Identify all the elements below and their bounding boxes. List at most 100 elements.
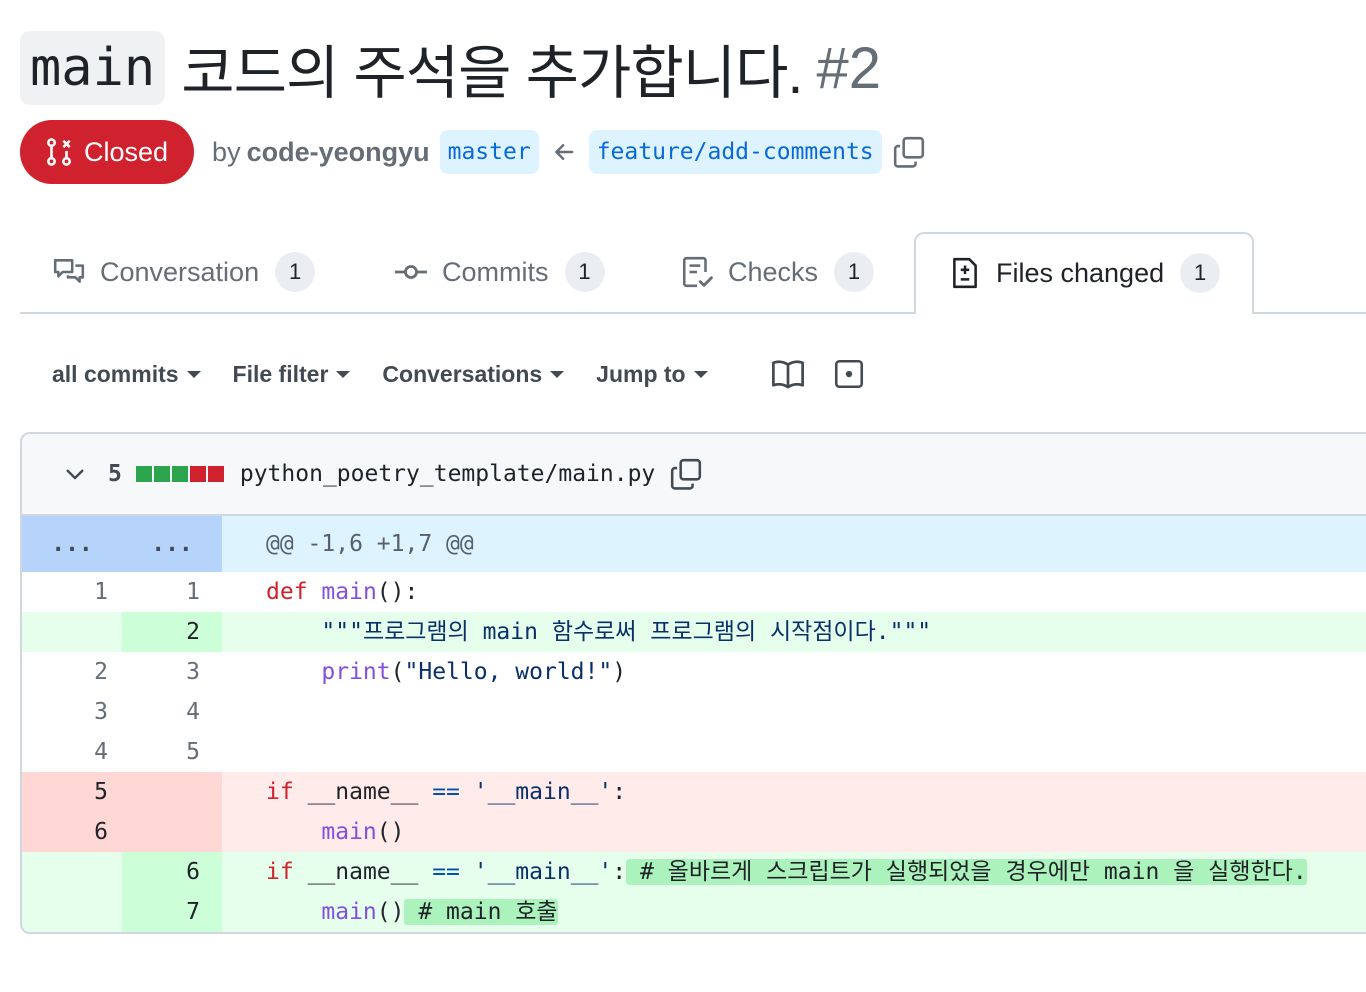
file-path[interactable]: python_poetry_template/main.py xyxy=(240,461,655,487)
token: : xyxy=(612,859,627,885)
new-line-number[interactable]: 5 xyxy=(122,732,222,772)
code-line: print("Hello, world!") xyxy=(222,652,1366,692)
tab-label: Commits xyxy=(442,256,549,287)
token: ( xyxy=(390,659,405,685)
expand-left[interactable]: ... xyxy=(22,516,122,572)
tab-conversation[interactable]: Conversation 1 xyxy=(52,232,316,312)
diff-toolbar: all commits File filter Conversations Ju… xyxy=(52,354,866,394)
string-literal: "Hello, world!" xyxy=(404,659,613,685)
new-line-number xyxy=(122,772,222,812)
token: ) xyxy=(612,659,627,685)
new-line-number[interactable]: 2 xyxy=(122,612,222,652)
diff-line-context: 2 3 print("Hello, world!") xyxy=(22,652,1366,692)
token: main xyxy=(321,899,377,925)
token: == xyxy=(432,779,460,805)
diff-line-added: 7 main() # main 호출 xyxy=(22,892,1366,932)
conversations-dropdown[interactable]: Conversations xyxy=(382,360,565,388)
comment-discussion-icon xyxy=(53,259,85,283)
tab-files-changed[interactable]: Files changed 1 xyxy=(914,232,1255,314)
new-line-number[interactable]: 3 xyxy=(122,652,222,692)
comment: # 올바르게 스크립트가 실행되었을 경우에만 main 을 실행한다. xyxy=(639,859,1307,885)
old-line-number[interactable]: 3 xyxy=(22,692,122,732)
new-line-number[interactable]: 7 xyxy=(122,892,222,932)
expand-right[interactable]: ... xyxy=(122,516,222,572)
code-line: def main(): xyxy=(222,572,1366,612)
token: """ xyxy=(889,619,932,645)
file-diff-icon xyxy=(953,257,977,289)
old-line-number[interactable]: 6 xyxy=(22,812,122,852)
new-line-number[interactable]: 1 xyxy=(122,572,222,612)
diff-line-added: 6 if __name__ == '__main__': # 올바르게 스크립트… xyxy=(22,852,1366,892)
token: () xyxy=(376,899,405,925)
new-line-number[interactable]: 4 xyxy=(122,692,222,732)
hunk-header[interactable]: ... ... @@ -1,6 +1,7 @@ xyxy=(22,516,1366,572)
code-line: if __name__ == '__main__': # 올바르게 스크립트가 … xyxy=(222,852,1366,892)
chevron-down-icon[interactable] xyxy=(62,461,88,487)
code-line: main() xyxy=(222,812,1366,852)
diffstat-block xyxy=(135,466,152,482)
by-label: by xyxy=(212,136,241,167)
diffstat-block xyxy=(189,466,206,482)
checklist-icon xyxy=(682,256,713,288)
old-line-number xyxy=(22,892,122,932)
all-commits-label: all commits xyxy=(52,360,179,387)
hunk-text: @@ -1,6 +1,7 @@ xyxy=(222,516,1366,572)
copy-icon[interactable] xyxy=(892,135,926,169)
caret-down-icon xyxy=(186,370,201,378)
old-line-number[interactable]: 4 xyxy=(22,732,122,772)
token: '__main__' xyxy=(473,779,613,805)
old-line-number[interactable]: 1 xyxy=(22,572,122,612)
pr-meta: Closed by code-yeongyu master feature/ad… xyxy=(20,120,926,184)
head-branch[interactable]: feature/add-comments xyxy=(588,130,882,174)
state-badge: Closed xyxy=(20,120,195,184)
jump-to-label: Jump to xyxy=(596,360,686,387)
code-line: if __name__ == '__main__': xyxy=(222,772,1366,812)
diff-line-context: 3 4 xyxy=(22,692,1366,732)
token: '__main__' xyxy=(473,859,613,885)
token: : xyxy=(612,779,627,805)
tab-counter: 1 xyxy=(834,252,875,292)
book-icon[interactable] xyxy=(770,356,806,392)
old-line-number[interactable]: 2 xyxy=(22,652,122,692)
diffstat-block xyxy=(207,466,224,482)
pr-title-text: 코드의 주석을 추가합니다. xyxy=(181,41,803,106)
conversations-label: Conversations xyxy=(382,360,543,387)
docstring: 프로그램의 main 함수로써 프로그램의 시작점이다. xyxy=(362,619,890,645)
tab-label: Conversation xyxy=(100,256,260,287)
old-line-number[interactable]: 5 xyxy=(22,772,122,812)
token: == xyxy=(432,859,460,885)
token: main xyxy=(321,579,377,605)
token: if xyxy=(266,779,294,805)
token: __name__ xyxy=(307,859,419,885)
file-filter-dropdown[interactable]: File filter xyxy=(233,361,351,388)
tab-counter: 1 xyxy=(1180,253,1221,293)
code-line: main() # main 호출 xyxy=(222,892,1366,932)
author-link[interactable]: code-yeongyu xyxy=(247,137,430,168)
new-line-number xyxy=(122,812,222,852)
diff-line-context: 1 1 def main(): xyxy=(22,572,1366,612)
token: () xyxy=(376,819,405,845)
tab-commits[interactable]: Commits 1 xyxy=(394,232,605,312)
state-label: Closed xyxy=(84,136,169,167)
new-line-number[interactable]: 6 xyxy=(122,852,222,892)
caret-down-icon xyxy=(336,370,351,378)
tab-checks[interactable]: Checks 1 xyxy=(680,232,875,312)
base-branch[interactable]: master xyxy=(439,130,539,174)
token: """ xyxy=(321,619,363,645)
all-commits-dropdown[interactable]: all commits xyxy=(52,361,201,388)
copy-icon[interactable] xyxy=(669,457,703,491)
token: if xyxy=(266,859,294,885)
comment: # main 호출 xyxy=(418,899,558,925)
pr-tabs: Conversation 1 Commits 1 Checks 1 Files … xyxy=(20,232,1366,314)
file-header: 5 python_poetry_template/main.py xyxy=(22,434,1366,516)
jump-to-dropdown[interactable]: Jump to xyxy=(596,360,708,388)
diff-line-deleted: 6 main() xyxy=(22,812,1366,852)
token: def xyxy=(266,579,308,605)
file-change-count: 5 xyxy=(108,461,122,487)
token: (): xyxy=(376,579,419,605)
old-line-number xyxy=(22,852,122,892)
dot-square-icon[interactable] xyxy=(832,357,866,391)
caret-down-icon xyxy=(550,370,565,378)
